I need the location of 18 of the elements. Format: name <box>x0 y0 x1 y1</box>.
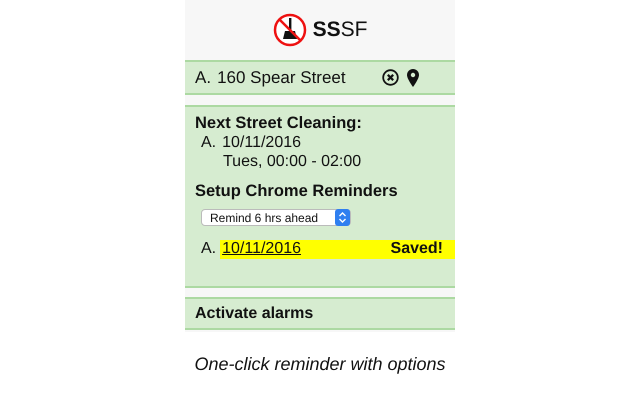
activate-alarms-bar[interactable]: Activate alarms <box>185 297 455 330</box>
dropdown-stepper-icon <box>335 209 350 226</box>
street-address: 160 Spear Street <box>217 68 347 88</box>
saved-status: Saved! <box>390 240 443 258</box>
map-pin-icon[interactable] <box>407 68 419 86</box>
address-letter: A. <box>195 68 212 88</box>
clear-icon[interactable] <box>382 69 399 86</box>
cleaning-date: 10/11/2016 <box>222 133 302 152</box>
schedule-letter: A. <box>201 133 216 152</box>
caption: One-click reminder with options <box>193 354 447 375</box>
no-broom-logo-icon <box>272 13 307 47</box>
reminder-dropdown[interactable]: Remind 6 hrs ahead <box>201 209 351 226</box>
app-title: SSSF <box>312 18 368 42</box>
section-heading: Next Street Cleaning: <box>195 114 363 133</box>
reminder-date-link[interactable]: 10/11/2016 <box>222 240 302 258</box>
section-heading: Setup Chrome Reminders <box>195 182 399 201</box>
reminder-letter: A. <box>201 240 216 258</box>
cleaning-time: Tues, 00:00 - 02:00 <box>223 152 362 171</box>
